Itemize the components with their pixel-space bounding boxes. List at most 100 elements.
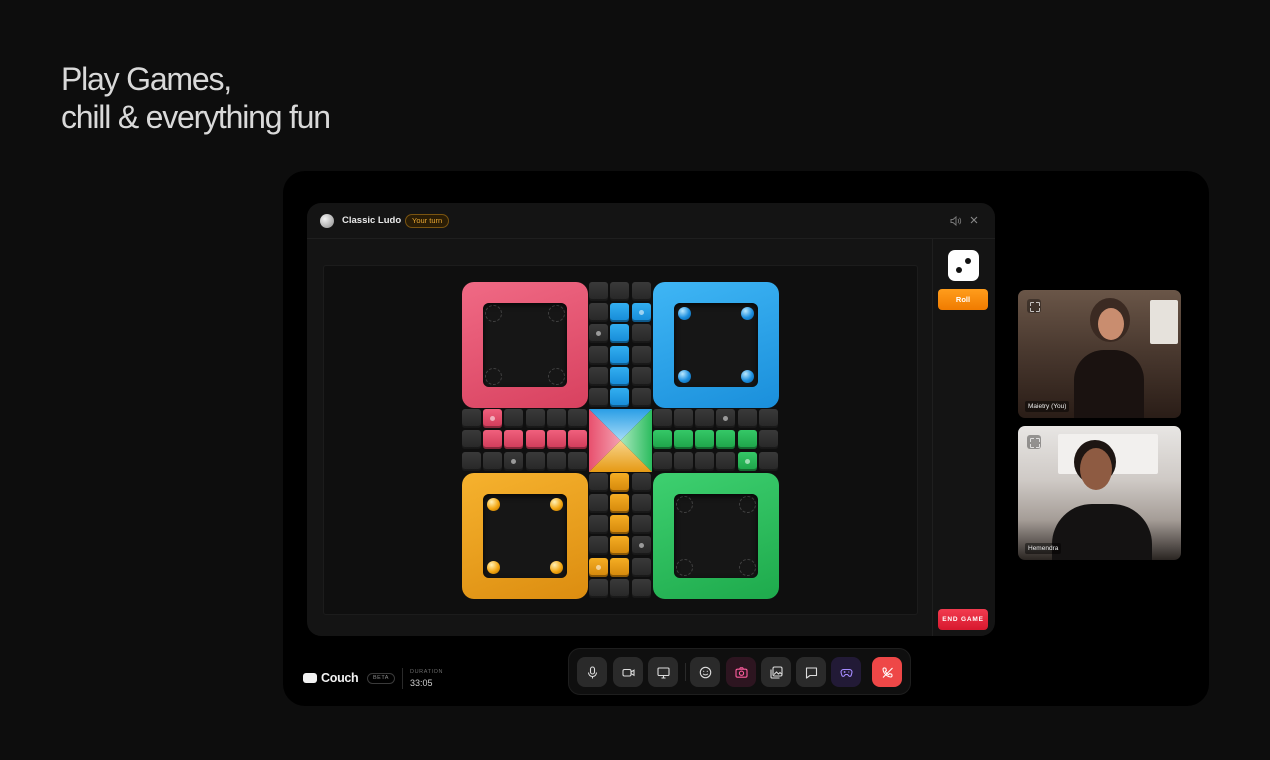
board-cell[interactable] <box>483 430 502 449</box>
board-cell[interactable] <box>568 452 587 471</box>
yellow-token[interactable] <box>550 498 563 511</box>
board-cell[interactable] <box>610 579 629 598</box>
board-cell[interactable] <box>632 346 651 365</box>
board-cell[interactable] <box>589 558 608 577</box>
board-cell[interactable] <box>632 303 651 322</box>
board-cell[interactable] <box>716 409 735 428</box>
board-cell[interactable] <box>504 452 523 471</box>
close-icon[interactable] <box>968 214 980 226</box>
board-cell[interactable] <box>589 282 608 301</box>
blue-token[interactable] <box>741 307 754 320</box>
board-cell[interactable] <box>483 452 502 471</box>
capture-button[interactable] <box>726 657 756 687</box>
board-cell[interactable] <box>632 536 651 555</box>
board-cell[interactable] <box>695 452 714 471</box>
board-cell[interactable] <box>610 515 629 534</box>
board-cell[interactable] <box>589 473 608 492</box>
board-cell[interactable] <box>462 452 481 471</box>
board-cell[interactable] <box>547 409 566 428</box>
board-cell[interactable] <box>610 282 629 301</box>
expand-icon[interactable] <box>1027 299 1041 313</box>
sound-icon[interactable] <box>950 215 962 227</box>
board-cell[interactable] <box>759 430 778 449</box>
board-cell[interactable] <box>695 409 714 428</box>
board-cell[interactable] <box>632 388 651 407</box>
gallery-button[interactable] <box>761 657 791 687</box>
board-cell[interactable] <box>653 452 672 471</box>
board-cell[interactable] <box>632 473 651 492</box>
board-cell[interactable] <box>632 367 651 386</box>
yellow-token[interactable] <box>550 561 563 574</box>
yellow-token[interactable] <box>487 561 500 574</box>
board-cell[interactable] <box>653 409 672 428</box>
board-cell[interactable] <box>632 494 651 513</box>
board-cell[interactable] <box>610 473 629 492</box>
emoji-button[interactable] <box>690 657 720 687</box>
board-cell[interactable] <box>759 452 778 471</box>
board-cell[interactable] <box>589 367 608 386</box>
board-cell[interactable] <box>610 388 629 407</box>
board-cell[interactable] <box>632 282 651 301</box>
board-cell[interactable] <box>547 430 566 449</box>
blue-token[interactable] <box>678 370 691 383</box>
board-cell[interactable] <box>589 536 608 555</box>
board-cell[interactable] <box>483 409 502 428</box>
blue-token[interactable] <box>678 307 691 320</box>
board-cell[interactable] <box>674 430 693 449</box>
board-cell[interactable] <box>589 579 608 598</box>
mic-button[interactable] <box>577 657 607 687</box>
board-cell[interactable] <box>610 346 629 365</box>
board-cell[interactable] <box>695 430 714 449</box>
board-cell[interactable] <box>632 324 651 343</box>
board-cell[interactable] <box>568 430 587 449</box>
participant-video[interactable]: Maietry (You) <box>1018 290 1181 418</box>
board-cell[interactable] <box>738 452 757 471</box>
board-cell[interactable] <box>632 579 651 598</box>
video-button[interactable] <box>613 657 643 687</box>
board-cell[interactable] <box>610 494 629 513</box>
board-cell[interactable] <box>526 430 545 449</box>
board-cell[interactable] <box>589 494 608 513</box>
board-cell[interactable] <box>610 558 629 577</box>
games-button[interactable] <box>831 657 861 687</box>
board-cell[interactable] <box>504 430 523 449</box>
board-cell[interactable] <box>738 409 757 428</box>
green-yard <box>653 473 779 599</box>
board-cell[interactable] <box>674 409 693 428</box>
chat-button[interactable] <box>796 657 826 687</box>
board-cell[interactable] <box>632 515 651 534</box>
board-cell[interactable] <box>589 388 608 407</box>
board-cell[interactable] <box>738 430 757 449</box>
board-cell[interactable] <box>589 324 608 343</box>
end-game-button[interactable]: END GAME <box>938 609 988 630</box>
board-cell[interactable] <box>610 303 629 322</box>
board-cell[interactable] <box>589 303 608 322</box>
board-cell[interactable] <box>674 452 693 471</box>
board-cell[interactable] <box>589 346 608 365</box>
expand-icon[interactable] <box>1027 435 1041 449</box>
board-cell[interactable] <box>568 409 587 428</box>
board-cell[interactable] <box>610 536 629 555</box>
blue-token[interactable] <box>741 370 754 383</box>
board-cell[interactable] <box>716 430 735 449</box>
board-cell[interactable] <box>610 324 629 343</box>
roll-button[interactable]: Roll <box>938 289 988 310</box>
screen-share-button[interactable] <box>648 657 678 687</box>
board-cell[interactable] <box>589 515 608 534</box>
end-call-button[interactable] <box>872 657 902 687</box>
ludo-board[interactable] <box>462 282 779 599</box>
board-cell[interactable] <box>653 430 672 449</box>
board-cell[interactable] <box>547 452 566 471</box>
board-cell[interactable] <box>759 409 778 428</box>
board-cell[interactable] <box>716 452 735 471</box>
dice[interactable] <box>948 250 979 281</box>
yellow-token[interactable] <box>487 498 500 511</box>
board-cell[interactable] <box>526 409 545 428</box>
board-cell[interactable] <box>610 367 629 386</box>
participant-video[interactable]: Hemendra <box>1018 426 1181 560</box>
board-cell[interactable] <box>504 409 523 428</box>
board-cell[interactable] <box>462 409 481 428</box>
board-cell[interactable] <box>632 558 651 577</box>
board-cell[interactable] <box>462 430 481 449</box>
board-cell[interactable] <box>526 452 545 471</box>
